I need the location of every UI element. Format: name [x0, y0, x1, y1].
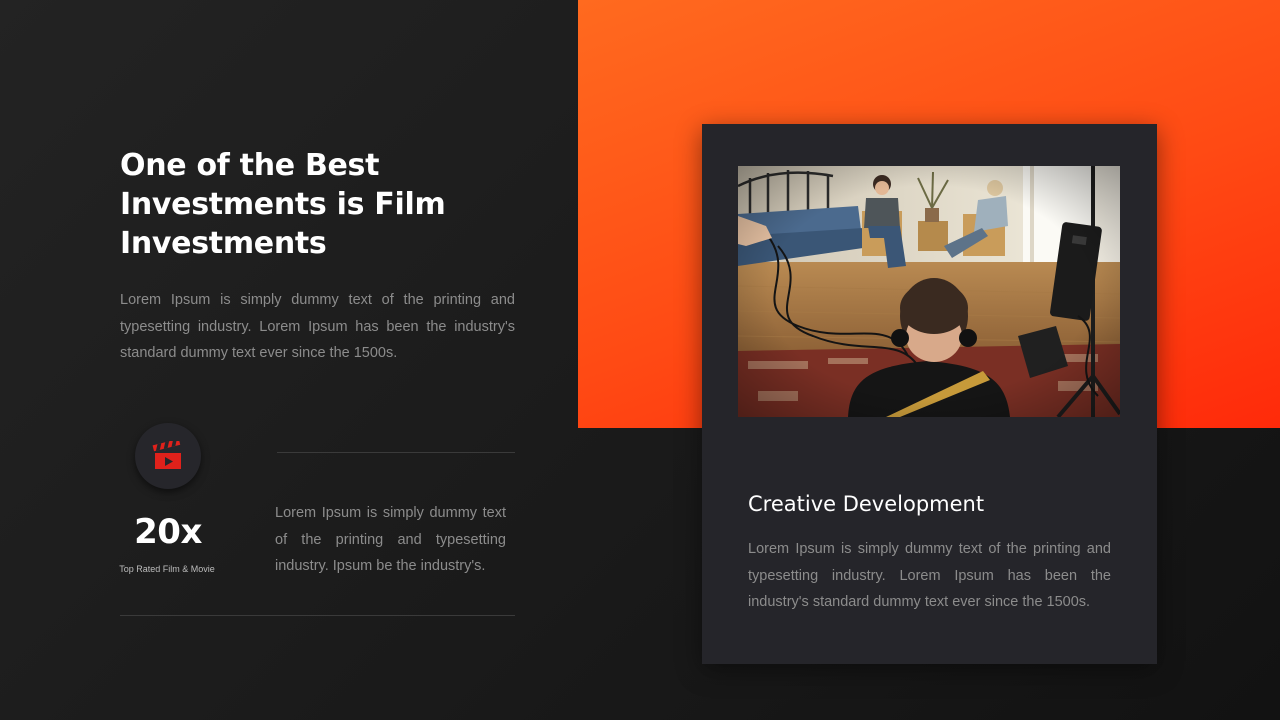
card-text: Lorem Ipsum is simply dummy text of the …: [748, 541, 1111, 610]
clapperboard-icon: [152, 441, 181, 469]
card-title: Creative Development: [748, 492, 985, 516]
stat-label: Top Rated Film & Movie: [119, 564, 215, 574]
stat-icon-badge: [135, 423, 201, 489]
slide-title: One of the Best Investments is Film Inve…: [120, 148, 446, 261]
divider-bottom: [120, 615, 515, 616]
intro-paragraph: Lorem Ipsum is simply dummy text of the …: [120, 292, 515, 361]
stat-value: 20x: [134, 512, 202, 552]
film-set-photo: [738, 166, 1120, 417]
stat-description: Lorem Ipsum is simply dummy text of the …: [275, 505, 506, 574]
divider-top: [277, 452, 515, 453]
feature-card: Creative Development Lorem Ipsum is simp…: [702, 124, 1157, 664]
